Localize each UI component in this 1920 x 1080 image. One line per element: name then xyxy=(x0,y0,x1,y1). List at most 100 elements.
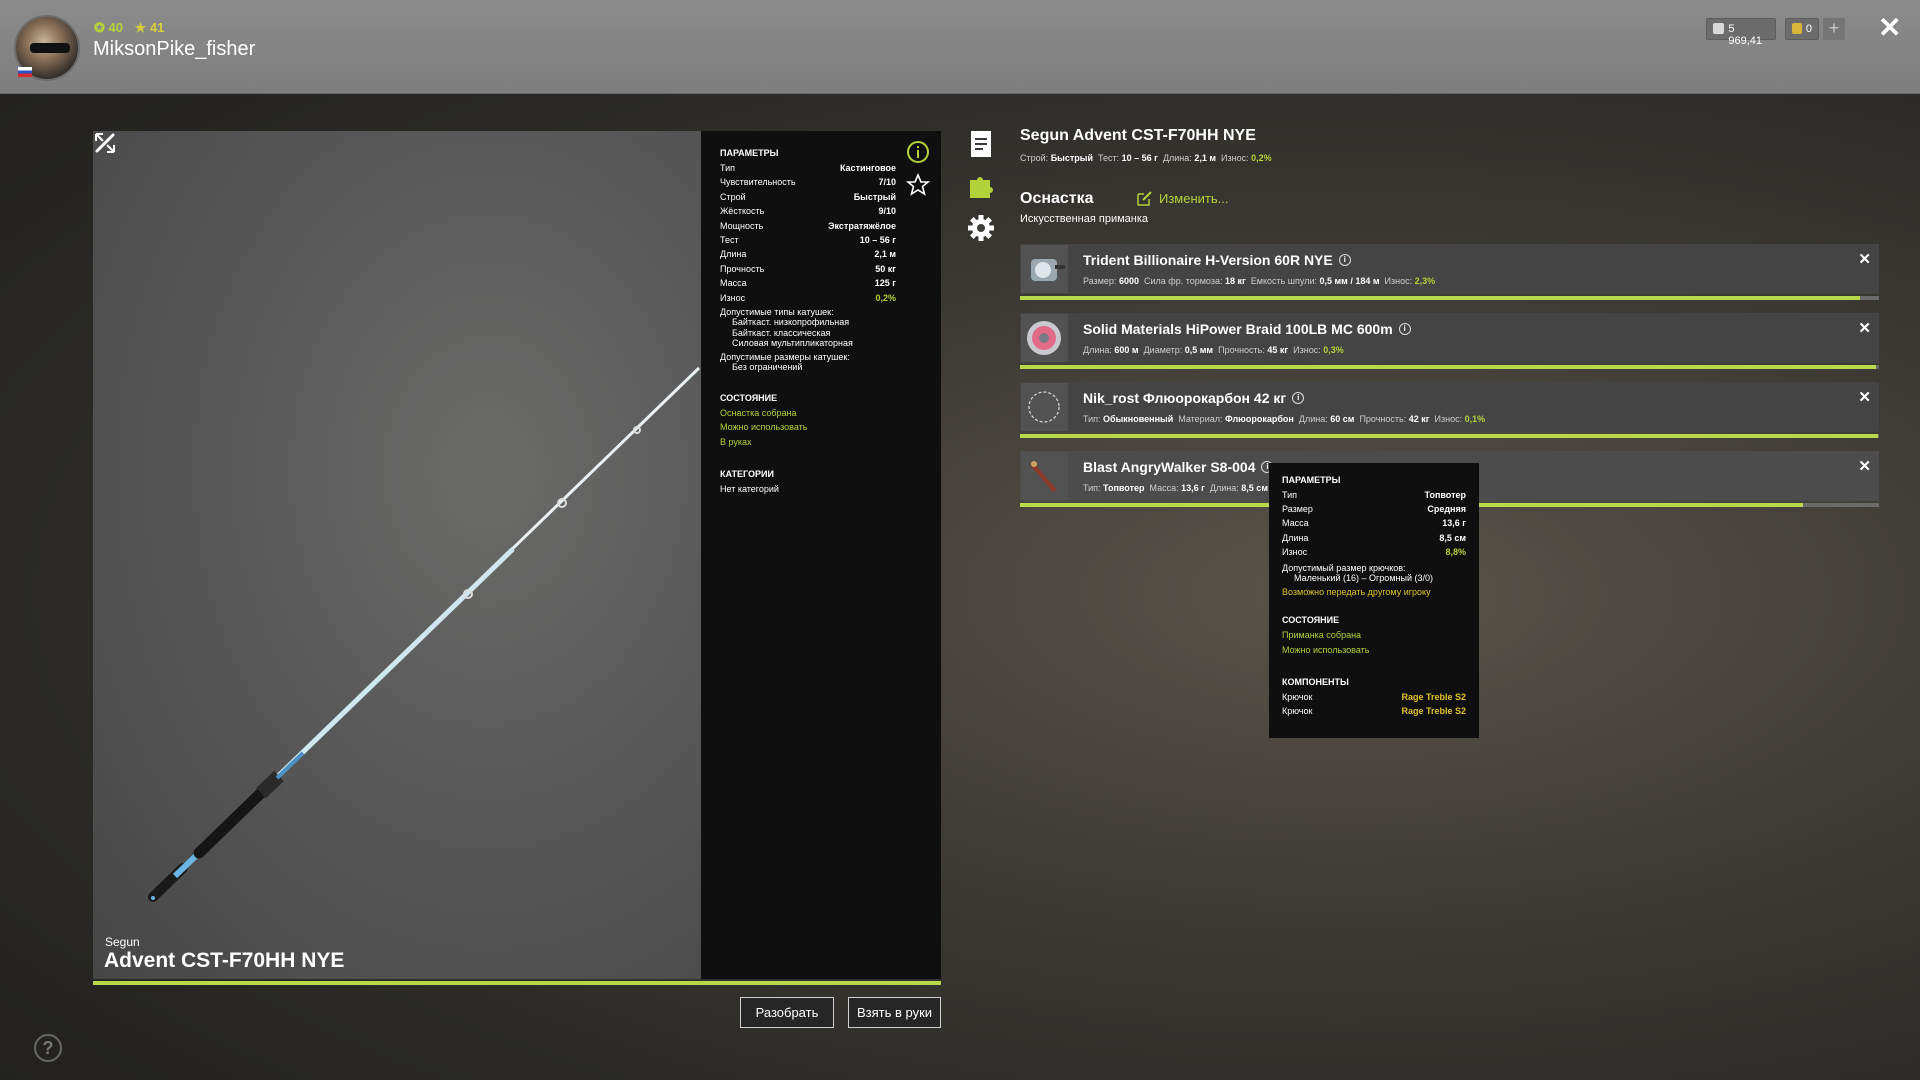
gold-balance[interactable]: 0 xyxy=(1785,18,1819,40)
info-icon[interactable]: i xyxy=(1292,392,1305,404)
slot-details: Размер: 6000 Сила фр. тормоза: 18 кг Емк… xyxy=(1083,276,1435,286)
tooltip-row: Износ 8,8% xyxy=(1282,547,1466,561)
slot-details: Длина: 600 м Диаметр: 0,5 мм Прочность: … xyxy=(1083,345,1344,355)
help-icon[interactable]: ? xyxy=(34,1034,62,1062)
detail-key: Тип: xyxy=(1083,483,1101,493)
remove-slot-button[interactable]: ✕ xyxy=(1858,388,1871,406)
remove-slot-button[interactable]: ✕ xyxy=(1858,319,1871,337)
tooltip-row: Тип Топвотер xyxy=(1282,490,1466,504)
detail-key: Длина: xyxy=(1083,345,1112,355)
rank-indicator: ★ 41 xyxy=(134,20,165,35)
state-item: Оснастка собрана xyxy=(720,407,797,418)
param-key: Строй xyxy=(720,191,746,202)
reel-type-item: Байткаст. классическая xyxy=(732,327,831,338)
rod-preview[interactable]: Segun Advent CST-F70HH NYE xyxy=(93,131,701,979)
tooltip-row: Размер Средняя xyxy=(1282,504,1466,518)
param-value: 10 – 56 г xyxy=(859,234,896,245)
disassemble-button[interactable]: Разобрать xyxy=(740,997,834,1028)
tooltip-key: Тип xyxy=(1282,490,1298,500)
silver-balance[interactable]: 5 969,41 xyxy=(1706,18,1776,47)
transfer-note: Возможно передать другому игроку xyxy=(1282,586,1431,597)
state-title: СОСТОЯНИЕ xyxy=(720,392,778,403)
param-key: Жёсткость xyxy=(720,206,765,217)
tooltip-row: Масса 13,6 г xyxy=(1282,518,1466,532)
param-row: Чувствительность 7/10 xyxy=(720,177,896,191)
slot-name: Solid Materials HiPower Braid 100LB MC 6… xyxy=(1083,321,1411,337)
state-item: Можно использовать xyxy=(720,422,808,433)
detail-key: Диаметр: xyxy=(1143,345,1183,355)
rod-condition-bar xyxy=(93,981,941,985)
favorite-star-icon[interactable] xyxy=(906,173,930,197)
change-label: Изменить... xyxy=(1159,190,1229,206)
slot-name: Trident Billionaire H-Version 60R NYE i xyxy=(1083,252,1351,268)
notes-icon[interactable] xyxy=(969,130,993,158)
avatar-glasses xyxy=(30,43,70,53)
component-row: Крючок Rage Treble S2 xyxy=(1282,692,1466,706)
tackle-type: Искусственная приманка xyxy=(1020,213,1149,225)
detail-key: Масса: xyxy=(1149,483,1179,493)
tooltip-state-title: СОСТОЯНИЕ xyxy=(1282,615,1340,626)
param-row: Тест 10 – 56 г xyxy=(720,235,896,249)
reel-type-item: Силовая мультипликаторная xyxy=(732,338,853,349)
info-icon[interactable]: i xyxy=(1338,254,1351,266)
info-icon[interactable]: i xyxy=(1398,323,1411,335)
detail-value: 42 кг xyxy=(1408,414,1430,424)
remove-slot-button[interactable]: ✕ xyxy=(1858,457,1871,475)
tackle-title: Оснастка xyxy=(1020,190,1094,207)
param-row: Строй Быстрый xyxy=(720,192,896,206)
add-currency-button[interactable]: + xyxy=(1823,18,1845,40)
rod-illustration xyxy=(148,366,701,902)
param-value: 125 г xyxy=(874,278,896,289)
level-indicator: ✪ 40 xyxy=(94,20,123,35)
avatar[interactable] xyxy=(14,15,80,81)
detail-value: 13,6 г xyxy=(1181,483,1205,493)
slot-details: Тип: Топвотер Масса: 13,6 г Длина: 8,5 с… xyxy=(1083,483,1268,493)
param-value: 2,1 м xyxy=(874,249,896,260)
tooltip-key: Размер xyxy=(1282,504,1313,515)
detail-key: Длина: xyxy=(1298,414,1328,424)
component-key: Крючок xyxy=(1282,706,1313,717)
slot-title: Blast AngryWalker S8-004 xyxy=(1083,459,1256,475)
remove-slot-button[interactable]: ✕ xyxy=(1858,250,1871,268)
top-bar: ✪ 40 ★ 41 MiksonPike_fisher 5 969,41 0 +… xyxy=(0,0,1920,94)
tooltip-params-title: ПАРАМЕТРЫ xyxy=(1282,475,1341,485)
tooltip-value: Средняя xyxy=(1427,504,1466,515)
tooltip-state-item: Приманка собрана xyxy=(1282,630,1362,641)
detail-key: Размер: xyxy=(1083,276,1117,286)
detail-value: Топвотер xyxy=(1103,483,1145,493)
equip-button[interactable]: Взять в руки xyxy=(848,997,941,1028)
slot-condition-fill xyxy=(1020,296,1861,300)
param-key: Чувствительность xyxy=(720,177,796,188)
categories-title: КАТЕГОРИИ xyxy=(720,469,774,480)
param-key: Длина xyxy=(720,249,747,260)
tooltip-key: Длина xyxy=(1282,532,1309,543)
puzzle-icon[interactable] xyxy=(967,172,995,200)
info-icon[interactable] xyxy=(906,140,930,164)
tooltip-components-title: КОМПОНЕНТЫ xyxy=(1282,677,1349,688)
detail-key: Износ: xyxy=(1384,276,1413,286)
detail-key: Сила фр. тормоза: xyxy=(1144,276,1223,286)
detail-value: 0,1% xyxy=(1464,414,1486,424)
detail-value: Обыкновенный xyxy=(1103,414,1174,424)
lure-tooltip: ПАРАМЕТРЫ Тип Топвотер Размер Средняя Масс… xyxy=(1269,463,1479,738)
detail-value: Флюорокарбон xyxy=(1225,414,1294,424)
param-row: Жёсткость 9/10 xyxy=(720,206,896,220)
edit-icon xyxy=(1137,191,1152,206)
silver-value: 5 969,41 xyxy=(1728,23,1763,47)
summary-value: 0,2% xyxy=(1251,153,1272,163)
brush-icon[interactable] xyxy=(93,131,117,155)
change-tackle-link[interactable]: Изменить... xyxy=(1137,190,1228,206)
hook-size-label: Допустимый размер крючков: xyxy=(1282,562,1406,573)
gear-icon[interactable] xyxy=(966,213,996,243)
tooltip-value: 8,8% xyxy=(1445,546,1466,557)
player-stats: ✪ 40 ★ 41 xyxy=(94,20,164,36)
detail-value: 2,3% xyxy=(1414,276,1436,286)
tackle-slot-line[interactable]: Solid Materials HiPower Braid 100LB MC 6… xyxy=(1020,313,1879,363)
reel-thumbnail xyxy=(1021,245,1068,293)
detail-value: 45 кг xyxy=(1267,345,1289,355)
tackle-slot-reel[interactable]: Trident Billionaire H-Version 60R NYE i Р… xyxy=(1020,244,1879,294)
tackle-slot-leader[interactable]: Nik_rost Флюорокарбон 42 кг i Тип: Обыкно… xyxy=(1020,382,1879,432)
param-value: Быстрый xyxy=(853,191,896,202)
close-button[interactable]: ✕ xyxy=(1878,14,1901,42)
slot-condition-fill xyxy=(1020,365,1877,369)
